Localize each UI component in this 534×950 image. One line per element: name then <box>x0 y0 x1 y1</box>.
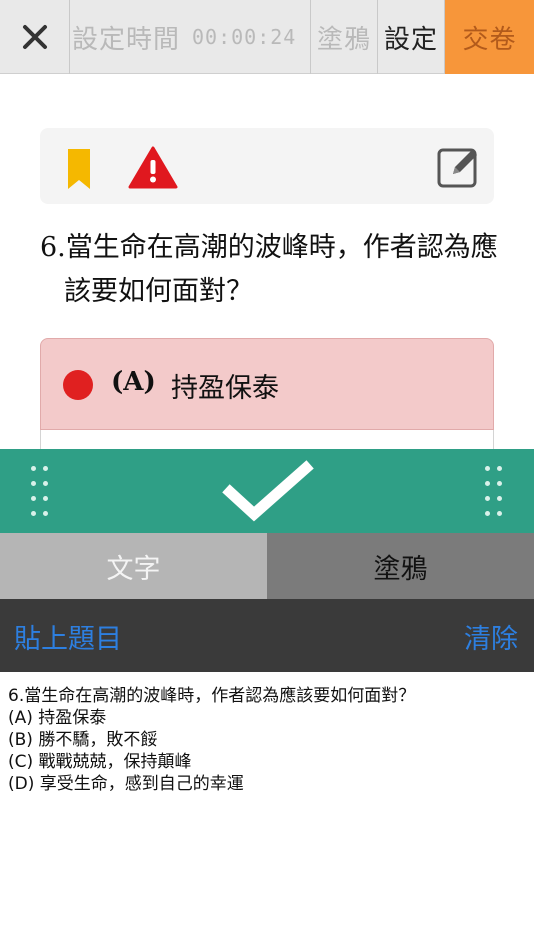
close-icon <box>22 25 47 49</box>
clear-button[interactable]: 清除 <box>464 617 518 656</box>
timer-value: 00:00:24 <box>192 25 297 49</box>
option-a[interactable]: (A) 持盈保泰 <box>40 338 494 430</box>
submit-label: 交卷 <box>462 24 517 55</box>
paste-question-button[interactable]: 貼上題目 <box>14 617 122 656</box>
text-line-option-d: (D) 享受生命，感到自己的幸運 <box>8 774 244 794</box>
option-b-partial[interactable] <box>40 430 494 450</box>
timer-label: 設定時間 <box>72 24 181 55</box>
action-bar: 貼上題目 清除 <box>0 599 534 672</box>
notes-text-area[interactable]: 6.當生命在高潮的波峰時，作者認為應該要如何面對？ (A) 持盈保泰 (B) 勝… <box>0 672 534 950</box>
doodle-button[interactable]: 塗鴉 <box>311 0 378 74</box>
option-text: 持盈保泰 <box>171 373 279 404</box>
edit-icon[interactable] <box>436 144 482 190</box>
bookmark-icon[interactable] <box>66 147 92 191</box>
submit-button[interactable]: 交卷 <box>445 0 534 74</box>
timer-button[interactable]: 設定時間 00:00:24 <box>70 0 311 74</box>
text-line-option-a: (A) 持盈保泰 <box>8 708 107 728</box>
text-line-option-c: (C) 戰戰兢兢，保持顛峰 <box>8 752 192 772</box>
tab-text[interactable]: 文字 <box>0 533 267 599</box>
doodle-label: 塗鴉 <box>316 24 371 55</box>
drag-handle-left[interactable] <box>31 466 49 516</box>
checkmark-icon[interactable] <box>222 459 314 523</box>
close-button[interactable] <box>0 0 70 74</box>
warning-icon[interactable] <box>128 145 178 189</box>
question-tools <box>40 128 494 204</box>
selected-marker-icon <box>63 370 93 400</box>
option-letter: (A) <box>111 367 156 397</box>
question-text: 6.當生命在高潮的波峰時，作者認為應該要如何面對？ <box>40 232 498 307</box>
tab-doodle[interactable]: 塗鴉 <box>267 533 534 599</box>
settings-button[interactable]: 設定 <box>378 0 445 74</box>
text-line-option-b: (B) 勝不驕，敗不餒 <box>8 730 158 750</box>
confirm-bar <box>0 449 534 533</box>
text-line-question: 6.當生命在高潮的波峰時，作者認為應該要如何面對？ <box>8 686 416 706</box>
settings-label: 設定 <box>383 24 438 55</box>
drag-handle-right[interactable] <box>485 466 503 516</box>
top-toolbar: 設定時間 00:00:24 塗鴉 設定 交卷 <box>0 0 534 74</box>
